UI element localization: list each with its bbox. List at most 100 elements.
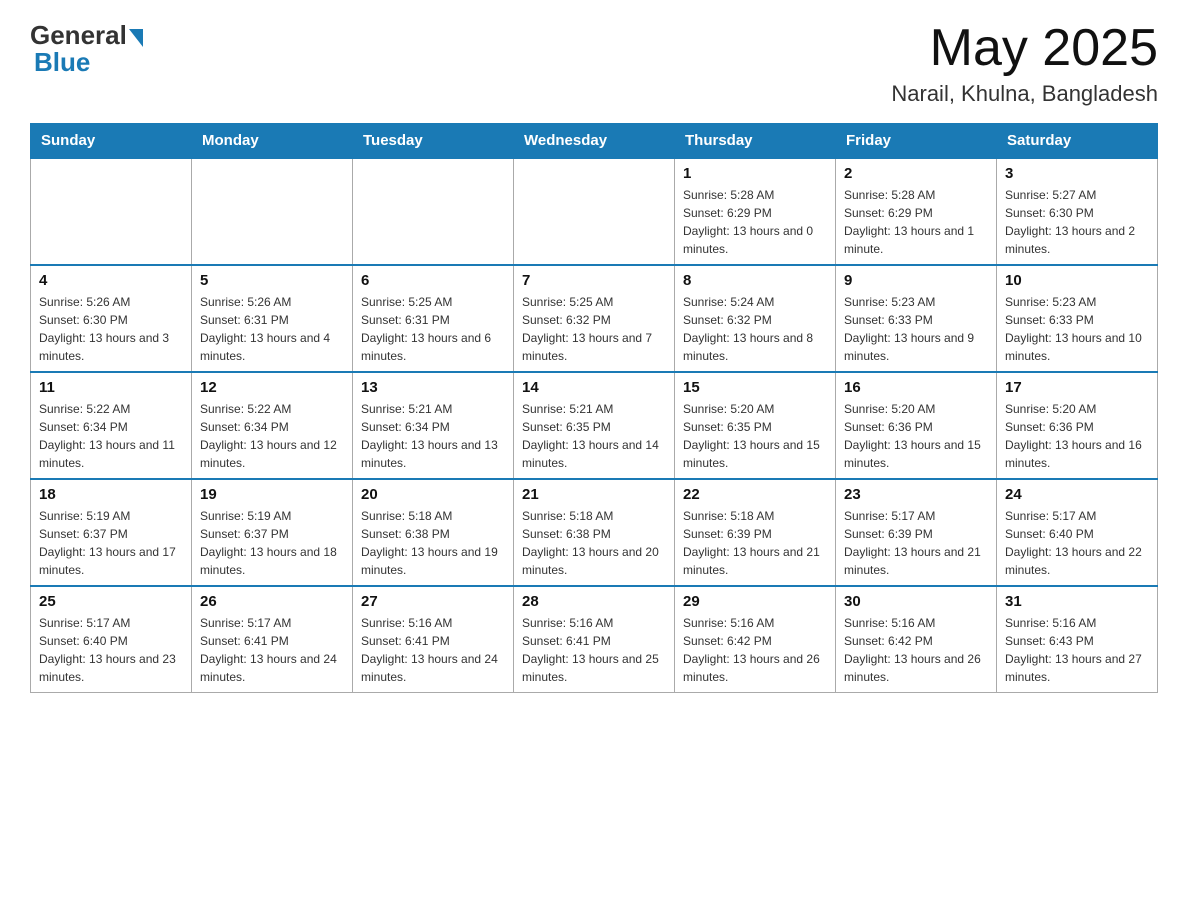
calendar-cell: 13 Sunrise: 5:21 AMSunset: 6:34 PMDayligh… <box>353 372 514 479</box>
day-sun-info: Sunrise: 5:18 AMSunset: 6:39 PMDaylight:… <box>683 507 827 579</box>
day-number: 12 <box>200 379 344 396</box>
calendar-cell: 21 Sunrise: 5:18 AMSunset: 6:38 PMDayligh… <box>514 479 675 586</box>
day-sun-info: Sunrise: 5:20 AMSunset: 6:35 PMDaylight:… <box>683 400 827 472</box>
week-row-1: 1 Sunrise: 5:28 AMSunset: 6:29 PMDaylight… <box>31 158 1158 265</box>
day-number: 18 <box>39 486 183 503</box>
month-year-title: May 2025 <box>891 20 1158 77</box>
day-header-saturday: Saturday <box>997 124 1158 159</box>
day-number: 2 <box>844 165 988 182</box>
day-number: 9 <box>844 272 988 289</box>
day-header-tuesday: Tuesday <box>353 124 514 159</box>
location-subtitle: Narail, Khulna, Bangladesh <box>891 81 1158 107</box>
day-sun-info: Sunrise: 5:28 AMSunset: 6:29 PMDaylight:… <box>683 186 827 258</box>
calendar-cell: 3 Sunrise: 5:27 AMSunset: 6:30 PMDaylight… <box>997 158 1158 265</box>
day-number: 16 <box>844 379 988 396</box>
day-number: 4 <box>39 272 183 289</box>
calendar-cell: 8 Sunrise: 5:24 AMSunset: 6:32 PMDaylight… <box>675 265 836 372</box>
calendar-cell: 4Sunrise: 5:26 AMSunset: 6:30 PMDaylight… <box>31 265 192 372</box>
calendar-cell: 12 Sunrise: 5:22 AMSunset: 6:34 PMDayligh… <box>192 372 353 479</box>
logo-triangle-icon <box>129 29 143 47</box>
day-sun-info: Sunrise: 5:20 AMSunset: 6:36 PMDaylight:… <box>1005 400 1149 472</box>
day-sun-info: Sunrise: 5:25 AMSunset: 6:31 PMDaylight:… <box>361 293 505 365</box>
day-sun-info: Sunrise: 5:18 AMSunset: 6:38 PMDaylight:… <box>522 507 666 579</box>
week-row-4: 18 Sunrise: 5:19 AMSunset: 6:37 PMDayligh… <box>31 479 1158 586</box>
day-sun-info: Sunrise: 5:27 AMSunset: 6:30 PMDaylight:… <box>1005 186 1149 258</box>
day-number: 10 <box>1005 272 1149 289</box>
day-number: 13 <box>361 379 505 396</box>
calendar-cell: 9 Sunrise: 5:23 AMSunset: 6:33 PMDaylight… <box>836 265 997 372</box>
day-number: 14 <box>522 379 666 396</box>
day-sun-info: Sunrise: 5:16 AMSunset: 6:43 PMDaylight:… <box>1005 614 1149 686</box>
day-sun-info: Sunrise: 5:17 AMSunset: 6:40 PMDaylight:… <box>1005 507 1149 579</box>
day-number: 17 <box>1005 379 1149 396</box>
calendar-cell: 22Sunrise: 5:18 AMSunset: 6:39 PMDayligh… <box>675 479 836 586</box>
day-number: 23 <box>844 486 988 503</box>
day-number: 28 <box>522 593 666 610</box>
day-sun-info: Sunrise: 5:23 AMSunset: 6:33 PMDaylight:… <box>844 293 988 365</box>
day-number: 11 <box>39 379 183 396</box>
calendar-cell <box>514 158 675 265</box>
day-sun-info: Sunrise: 5:16 AMSunset: 6:41 PMDaylight:… <box>361 614 505 686</box>
day-number: 26 <box>200 593 344 610</box>
day-sun-info: Sunrise: 5:23 AMSunset: 6:33 PMDaylight:… <box>1005 293 1149 365</box>
calendar-cell: 11 Sunrise: 5:22 AMSunset: 6:34 PMDayligh… <box>31 372 192 479</box>
day-sun-info: Sunrise: 5:20 AMSunset: 6:36 PMDaylight:… <box>844 400 988 472</box>
page-header: General Blue May 2025 Narail, Khulna, Ba… <box>30 20 1158 107</box>
day-number: 27 <box>361 593 505 610</box>
calendar-cell: 6 Sunrise: 5:25 AMSunset: 6:31 PMDaylight… <box>353 265 514 372</box>
day-header-friday: Friday <box>836 124 997 159</box>
calendar-cell: 29 Sunrise: 5:16 AMSunset: 6:42 PMDayligh… <box>675 586 836 693</box>
day-header-thursday: Thursday <box>675 124 836 159</box>
day-number: 6 <box>361 272 505 289</box>
day-number: 25 <box>39 593 183 610</box>
day-sun-info: Sunrise: 5:16 AMSunset: 6:42 PMDaylight:… <box>844 614 988 686</box>
day-number: 19 <box>200 486 344 503</box>
day-sun-info: Sunrise: 5:21 AMSunset: 6:34 PMDaylight:… <box>361 400 505 472</box>
day-sun-info: Sunrise: 5:17 AMSunset: 6:39 PMDaylight:… <box>844 507 988 579</box>
logo: General Blue <box>30 20 143 78</box>
title-section: May 2025 Narail, Khulna, Bangladesh <box>891 20 1158 107</box>
calendar-cell: 1 Sunrise: 5:28 AMSunset: 6:29 PMDaylight… <box>675 158 836 265</box>
day-number: 29 <box>683 593 827 610</box>
calendar-cell: 18Sunrise: 5:19 AMSunset: 6:37 PMDayligh… <box>31 479 192 586</box>
day-number: 15 <box>683 379 827 396</box>
day-sun-info: Sunrise: 5:24 AMSunset: 6:32 PMDaylight:… <box>683 293 827 365</box>
calendar-cell: 7Sunrise: 5:25 AMSunset: 6:32 PMDaylight… <box>514 265 675 372</box>
week-row-5: 25 Sunrise: 5:17 AMSunset: 6:40 PMDayligh… <box>31 586 1158 693</box>
day-header-monday: Monday <box>192 124 353 159</box>
calendar-cell <box>31 158 192 265</box>
calendar-cell: 20Sunrise: 5:18 AMSunset: 6:38 PMDayligh… <box>353 479 514 586</box>
logo-blue-text: Blue <box>30 47 90 78</box>
calendar-cell: 15 Sunrise: 5:20 AMSunset: 6:35 PMDayligh… <box>675 372 836 479</box>
calendar-cell: 27 Sunrise: 5:16 AMSunset: 6:41 PMDayligh… <box>353 586 514 693</box>
day-sun-info: Sunrise: 5:19 AMSunset: 6:37 PMDaylight:… <box>200 507 344 579</box>
day-sun-info: Sunrise: 5:25 AMSunset: 6:32 PMDaylight:… <box>522 293 666 365</box>
day-header-sunday: Sunday <box>31 124 192 159</box>
day-sun-info: Sunrise: 5:16 AMSunset: 6:41 PMDaylight:… <box>522 614 666 686</box>
day-number: 3 <box>1005 165 1149 182</box>
calendar-cell: 17 Sunrise: 5:20 AMSunset: 6:36 PMDayligh… <box>997 372 1158 479</box>
calendar-cell: 24Sunrise: 5:17 AMSunset: 6:40 PMDayligh… <box>997 479 1158 586</box>
day-number: 1 <box>683 165 827 182</box>
day-sun-info: Sunrise: 5:22 AMSunset: 6:34 PMDaylight:… <box>200 400 344 472</box>
calendar-cell: 23 Sunrise: 5:17 AMSunset: 6:39 PMDayligh… <box>836 479 997 586</box>
week-row-3: 11 Sunrise: 5:22 AMSunset: 6:34 PMDayligh… <box>31 372 1158 479</box>
calendar-cell <box>192 158 353 265</box>
day-sun-info: Sunrise: 5:28 AMSunset: 6:29 PMDaylight:… <box>844 186 988 258</box>
day-number: 31 <box>1005 593 1149 610</box>
day-sun-info: Sunrise: 5:16 AMSunset: 6:42 PMDaylight:… <box>683 614 827 686</box>
day-number: 21 <box>522 486 666 503</box>
calendar-cell: 16 Sunrise: 5:20 AMSunset: 6:36 PMDayligh… <box>836 372 997 479</box>
day-sun-info: Sunrise: 5:17 AMSunset: 6:40 PMDaylight:… <box>39 614 183 686</box>
week-row-2: 4Sunrise: 5:26 AMSunset: 6:30 PMDaylight… <box>31 265 1158 372</box>
day-number: 5 <box>200 272 344 289</box>
calendar-cell: 14Sunrise: 5:21 AMSunset: 6:35 PMDayligh… <box>514 372 675 479</box>
calendar-header-row: SundayMondayTuesdayWednesdayThursdayFrid… <box>31 124 1158 159</box>
day-sun-info: Sunrise: 5:26 AMSunset: 6:31 PMDaylight:… <box>200 293 344 365</box>
day-number: 8 <box>683 272 827 289</box>
calendar-table: SundayMondayTuesdayWednesdayThursdayFrid… <box>30 123 1158 693</box>
calendar-cell <box>353 158 514 265</box>
day-number: 30 <box>844 593 988 610</box>
day-sun-info: Sunrise: 5:22 AMSunset: 6:34 PMDaylight:… <box>39 400 183 472</box>
calendar-cell: 30 Sunrise: 5:16 AMSunset: 6:42 PMDayligh… <box>836 586 997 693</box>
